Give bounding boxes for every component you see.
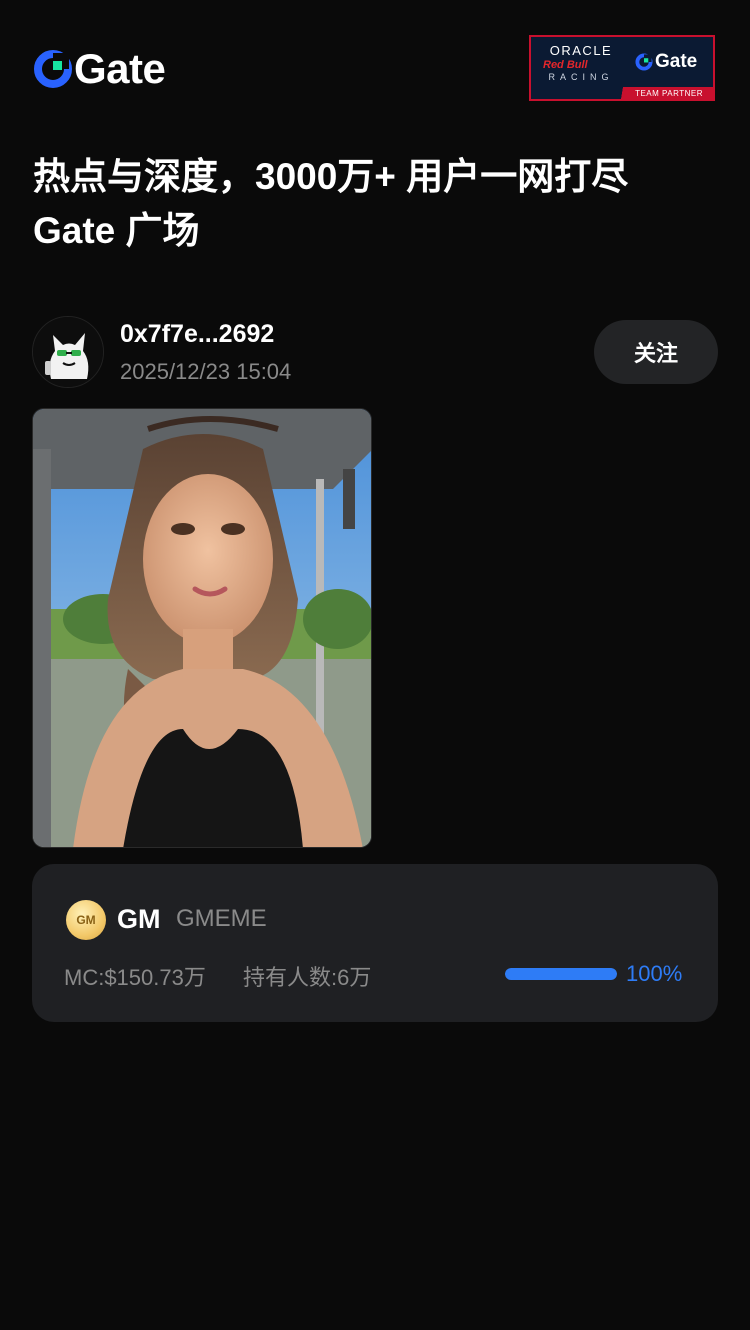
partner-badge: ORACLE Red Bull RACING Gate TEAM PARTNER <box>529 35 715 101</box>
token-gm-icon: GM <box>66 900 106 940</box>
post-image[interactable] <box>32 408 372 848</box>
token-name: GMEME <box>176 905 267 932</box>
partner-racing-text: RACING <box>548 72 614 82</box>
gate-logo-icon <box>34 50 72 88</box>
follow-button[interactable]: 关注 <box>594 320 718 384</box>
partner-team-text: TEAM PARTNER <box>635 89 703 98</box>
partner-oracle-redbull: ORACLE Red Bull RACING <box>539 43 623 82</box>
avatar[interactable] <box>32 316 104 388</box>
progress-bar <box>505 968 617 980</box>
holders-count: 持有人数:6万 <box>243 965 372 990</box>
partner-redbull-text: Red Bull <box>543 59 588 71</box>
headline-line-1: 热点与深度，3000万+ 用户一网打尽 <box>33 156 629 197</box>
brand-name: Gate <box>74 45 166 92</box>
page: Gate ORACLE Red Bull RACING Gate TEAM PA… <box>0 0 750 1330</box>
token-symbol: GM <box>117 904 161 934</box>
avatar-cat-icon <box>33 317 103 387</box>
post-timestamp: 2025/12/23 15:04 <box>120 359 292 384</box>
progress-label: 100% <box>626 961 683 986</box>
headline: 热点与深度，3000万+ 用户一网打尽 Gate 广场 <box>33 150 723 258</box>
partner-gate-text: Gate <box>655 51 698 72</box>
headline-line-2: Gate 广场 <box>33 210 200 251</box>
gate-logo[interactable]: Gate <box>34 45 166 92</box>
post-photo <box>33 409 371 847</box>
token-card[interactable]: GM GM GMEME MC:$150.73万 持有人数:6万 100% <box>32 864 718 1022</box>
gate-logo-icon <box>635 53 653 71</box>
progress-fill <box>505 968 617 980</box>
partner-oracle-text: ORACLE <box>549 43 613 58</box>
author-name[interactable]: 0x7f7e...2692 <box>120 320 274 349</box>
partner-gate: Gate <box>635 51 697 73</box>
market-cap: MC:$150.73万 <box>64 965 206 990</box>
